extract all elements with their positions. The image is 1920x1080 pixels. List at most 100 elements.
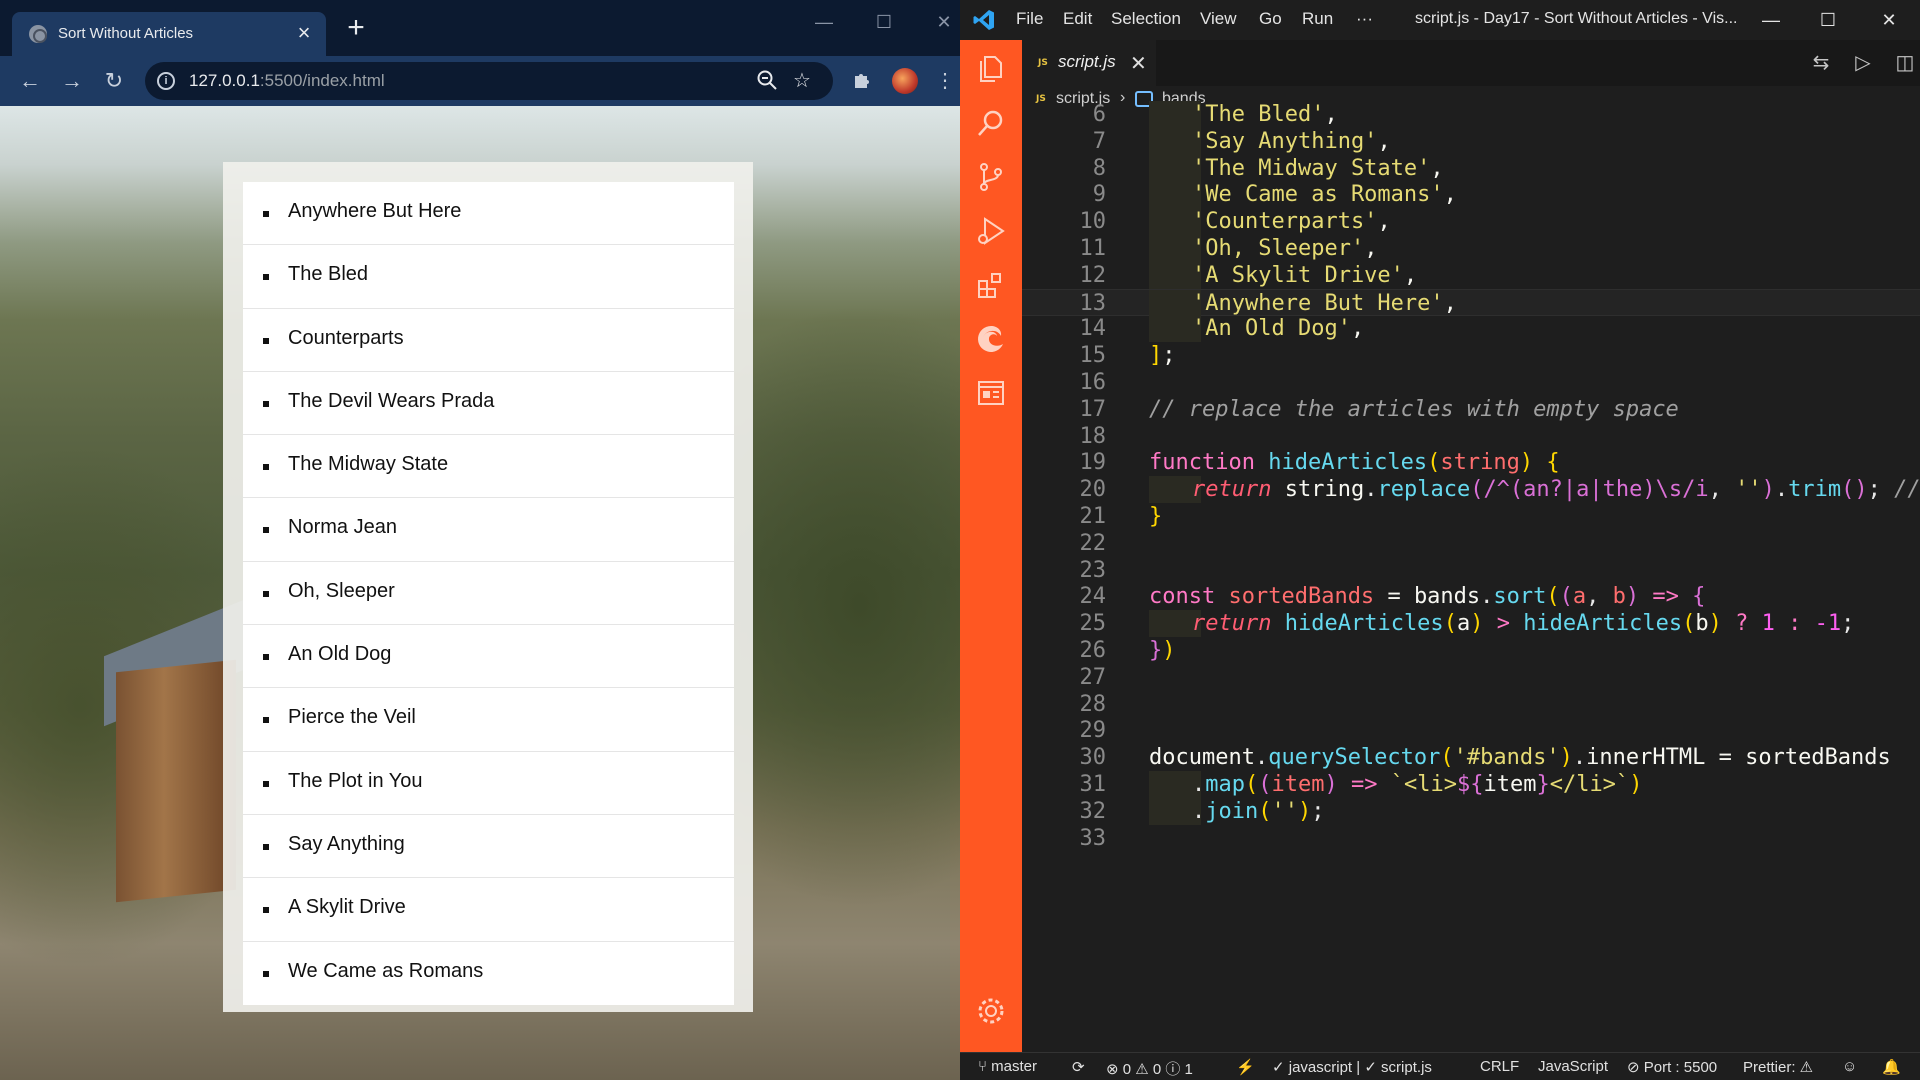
edge-devtools-icon[interactable] (975, 323, 1007, 355)
code-line[interactable]: 33 (1022, 825, 1920, 852)
run-debug-icon[interactable] (975, 215, 1007, 247)
vscode-maximize-button[interactable]: ☐ (1813, 6, 1843, 34)
site-info-icon[interactable]: i (157, 72, 175, 90)
code-line[interactable]: 15]; (1022, 342, 1920, 369)
new-tab-icon[interactable]: + (344, 13, 368, 43)
list-item-text: The Bled (288, 263, 369, 286)
menu-go[interactable]: Go (1259, 9, 1282, 29)
menu-run[interactable]: Run (1302, 9, 1333, 29)
feedback-icon[interactable]: ☺ (1842, 1058, 1857, 1075)
code-line[interactable]: 10 'Counterparts', (1022, 208, 1920, 236)
list-item-text: Anywhere But Here (288, 200, 462, 222)
code-line[interactable]: 7 'Say Anything', (1022, 127, 1920, 155)
code-line[interactable]: 24 const sortedBands = bands.sort((a, b) … (1022, 583, 1920, 610)
maximize-button[interactable]: ☐ (866, 8, 902, 36)
browser-tab-title: Sort Without Articles (58, 25, 194, 42)
language-mode[interactable]: JavaScript (1538, 1058, 1608, 1075)
list-item-text: Oh, Sleeper (288, 579, 395, 602)
menu-selection[interactable]: Selection (1111, 9, 1181, 29)
code-line[interactable]: 22 (1022, 530, 1920, 557)
code-line[interactable]: 26}) (1022, 637, 1920, 664)
minimize-button[interactable]: — (806, 8, 842, 36)
code-line[interactable]: 8 'The Midway State', (1022, 154, 1920, 182)
vscode-titlebar: File Edit Selection View Go Run ··· scri… (960, 0, 1920, 40)
list-item: The Plot in You (243, 752, 734, 815)
code-line[interactable]: 14 'An Old Dog', (1022, 315, 1920, 343)
code-line[interactable]: 16 (1022, 369, 1920, 396)
code-line[interactable]: 29 (1022, 717, 1920, 744)
compare-changes-icon[interactable]: ⇆ (1809, 51, 1833, 75)
line-number: 32 (1079, 798, 1107, 824)
source-control-icon[interactable] (975, 161, 1007, 193)
code-line[interactable]: 27 (1022, 664, 1920, 691)
line-number: 30 (1079, 745, 1107, 771)
code-editor[interactable]: 6 'The Bled', 7 'Say Anything', 8 'The Midway… (1022, 101, 1920, 1052)
url-text[interactable]: 127.0.0.1:5500/index.html (189, 71, 385, 91)
code-line[interactable]: 17 // replace the articles with empty spa… (1022, 396, 1920, 423)
code-text: return string.replace(/^(an?|a|the)\s/i,… (1192, 477, 1920, 503)
settings-gear-icon[interactable] (975, 995, 1007, 1027)
code-line[interactable]: 32 .join(''); (1022, 797, 1920, 825)
line-number: 9 (1092, 182, 1106, 208)
sync-icon[interactable]: ⟳ (1072, 1058, 1085, 1076)
extensions-puzzle-icon[interactable] (850, 68, 876, 94)
preview-panel-icon[interactable] (975, 377, 1007, 409)
list-item: Say Anything (243, 815, 734, 879)
search-icon[interactable] (975, 107, 1007, 139)
back-arrow-icon[interactable]: ← (17, 68, 43, 94)
code-line[interactable]: 9 'We Came as Romans', (1022, 181, 1920, 209)
vscode-minimize-button[interactable]: — (1756, 6, 1786, 34)
git-branch[interactable]: ⑂ master (978, 1058, 1037, 1075)
forward-arrow-icon[interactable]: → (59, 68, 85, 94)
menu-file[interactable]: File (1016, 9, 1043, 29)
explorer-files-icon[interactable] (975, 53, 1007, 85)
eol-indicator[interactable]: CRLF (1480, 1058, 1519, 1075)
zoom-icon[interactable] (755, 69, 779, 93)
reload-icon[interactable]: ↻ (101, 68, 127, 94)
extensions-icon[interactable] (975, 269, 1007, 301)
chrome-menu-icon[interactable]: ⋮ (932, 68, 958, 94)
run-file-icon[interactable]: ▷ (1851, 51, 1875, 75)
line-number: 16 (1079, 370, 1107, 395)
code-line[interactable]: 30 document.querySelector('#bands').inner… (1022, 744, 1920, 771)
line-number: 6 (1092, 102, 1106, 127)
close-editor-icon[interactable]: ✕ (1130, 51, 1147, 76)
lightning-icon[interactable]: ⚡ (1236, 1058, 1255, 1076)
port-label: Port : 5500 (1643, 1059, 1718, 1076)
code-line[interactable]: 20 return string.replace(/^(an?|a|the)\s/… (1022, 476, 1920, 504)
close-window-button[interactable]: ✕ (926, 8, 960, 36)
code-line[interactable]: 28 (1022, 691, 1920, 718)
code-line[interactable]: 25 return hideArticles(a) > hideArticles(… (1022, 610, 1920, 638)
address-bar[interactable]: i 127.0.0.1:5500/index.html ☆ (145, 62, 833, 100)
code-line[interactable]: 19 function hideArticles(string) { (1022, 449, 1920, 476)
close-tab-icon[interactable]: × (292, 21, 316, 45)
linter-status[interactable]: ✓ javascript | ✓ script.js (1272, 1058, 1432, 1076)
bookmark-star-icon[interactable]: ☆ (790, 69, 814, 93)
menu-edit[interactable]: Edit (1063, 9, 1092, 29)
notifications-bell-icon[interactable]: 🔔 (1882, 1058, 1901, 1076)
vscode-close-button[interactable]: ✕ (1874, 6, 1904, 34)
browser-tab[interactable]: Sort Without Articles × (12, 12, 326, 56)
prettier-status[interactable]: Prettier: ⚠ (1743, 1058, 1813, 1076)
browser-toolbar: ← → ↻ i 127.0.0.1:5500/index.html ☆ ⋮ (0, 56, 960, 106)
menu-view[interactable]: View (1200, 9, 1237, 29)
editor-tab-script-js[interactable]: JS script.js ✕ (1022, 40, 1156, 86)
code-line[interactable]: 18 (1022, 423, 1920, 450)
live-server-port[interactable]: ⊘ Port : 5500 (1627, 1058, 1717, 1076)
split-editor-icon[interactable]: ◫ (1893, 51, 1917, 75)
code-line[interactable]: 11 'Oh, Sleeper', (1022, 235, 1920, 262)
code-line[interactable]: 13 'Anywhere But Here', (1022, 288, 1920, 317)
code-text: 'An Old Dog', (1192, 316, 1365, 342)
list-item-text: The Plot in You (288, 769, 423, 792)
code-line[interactable]: 31 .map((item) => `<li>${item}</li>`) (1022, 771, 1920, 798)
code-line[interactable]: 21} (1022, 503, 1920, 530)
problems-indicator[interactable]: ⊗ 0 ⚠ 0 ⓘ 1 (1106, 1058, 1193, 1079)
code-text: 'The Midway State', (1192, 155, 1444, 181)
menu-more[interactable]: ··· (1356, 9, 1373, 29)
code-line[interactable]: 12 'A Skylit Drive', (1022, 261, 1920, 289)
code-line[interactable]: 23 (1022, 557, 1920, 584)
list-item: An Old Dog (243, 625, 734, 689)
line-number: 10 (1079, 209, 1107, 235)
code-line[interactable]: 6 'The Bled', (1022, 101, 1920, 128)
profile-avatar[interactable] (892, 68, 918, 94)
